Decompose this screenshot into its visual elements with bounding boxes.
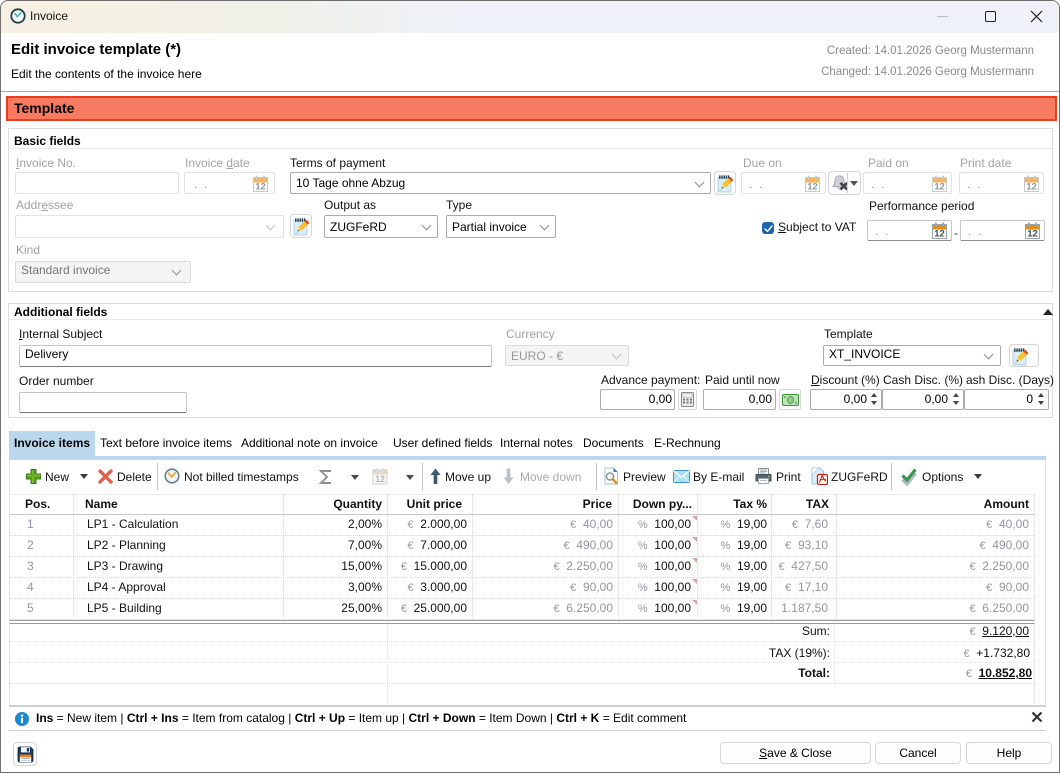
svg-text:12: 12	[1027, 229, 1038, 239]
svg-text:12: 12	[934, 229, 945, 239]
svg-text:12: 12	[255, 182, 266, 192]
svg-text:12: 12	[1026, 182, 1037, 192]
svg-text:12: 12	[807, 182, 818, 192]
svg-text:12: 12	[934, 182, 945, 192]
svg-text:12: 12	[375, 474, 385, 484]
